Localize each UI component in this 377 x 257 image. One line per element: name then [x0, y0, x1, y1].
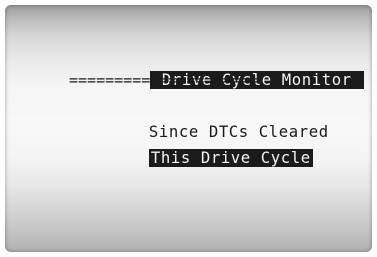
scan-tool-device: Drive Cycle Monitor ====================… — [0, 0, 377, 257]
screen-content: Drive Cycle Monitor ====================… — [69, 41, 364, 167]
lcd-screen: Drive Cycle Monitor ====================… — [5, 5, 372, 252]
menu-item-label-selected: This Drive Cycle — [148, 149, 313, 167]
menu-item-label: Since DTCs Cleared — [148, 123, 329, 141]
title-row: Drive Cycle Monitor — [69, 41, 364, 89]
